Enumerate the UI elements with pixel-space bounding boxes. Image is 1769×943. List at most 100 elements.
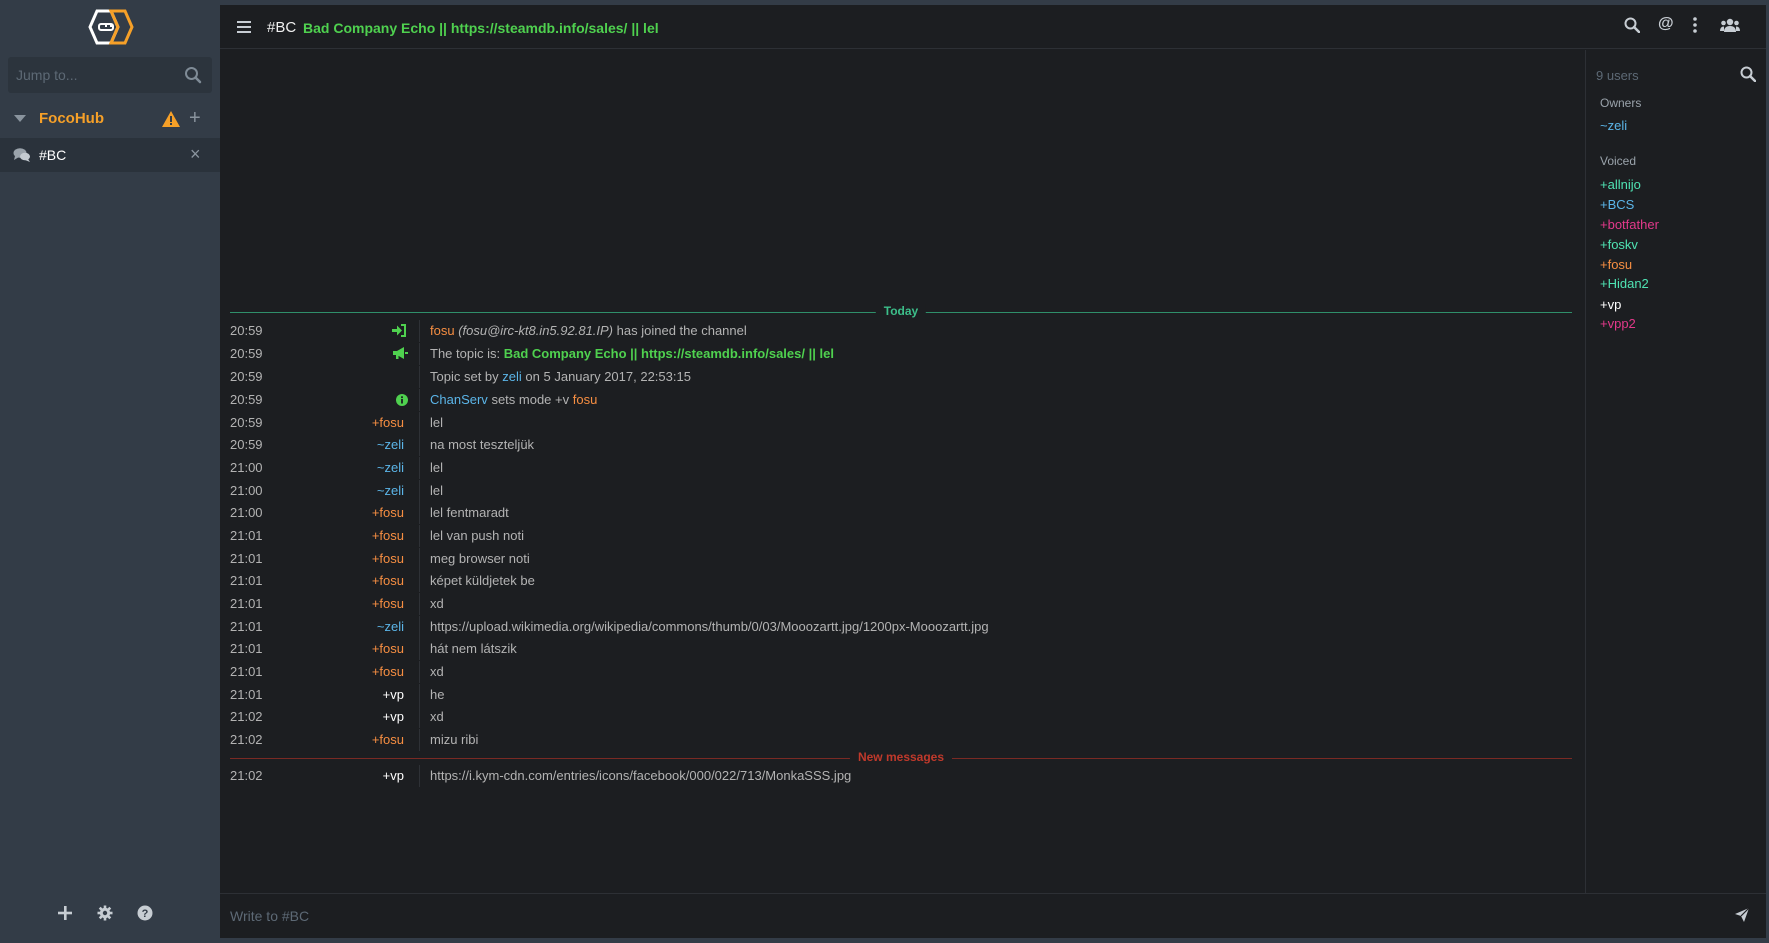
message-input[interactable]	[230, 902, 1710, 930]
message-row: 21:02 +vp https://i.kym-cdn.com/entries/…	[220, 765, 1584, 787]
sidebar-item-channel[interactable]: #BC ×	[0, 138, 220, 172]
user-item[interactable]: +Hidan2	[1600, 276, 1649, 291]
message-content: ChanServ sets mode +v fosu	[430, 392, 597, 407]
message-text: has joined the channel	[616, 323, 747, 338]
plus-icon[interactable]	[57, 905, 73, 924]
message-text: The topic is:	[430, 346, 501, 361]
message-text: hát nem látszik	[430, 641, 517, 656]
message-row: 21:01 ~zeli https://upload.wikimedia.org…	[220, 616, 1584, 638]
message-row: 20:59 The topic is: Bad Company Echo || …	[220, 343, 1584, 365]
message-time: 21:01	[230, 687, 263, 702]
join-icon	[392, 324, 407, 340]
message-nick[interactable]: +fosu	[372, 415, 404, 430]
message-text: na most teszteljük	[430, 437, 535, 452]
message-nick[interactable]: zeli	[502, 369, 522, 384]
users-icon[interactable]	[1720, 17, 1740, 36]
user-item[interactable]: ~zeli	[1600, 118, 1627, 133]
message-text: lel	[430, 460, 444, 475]
message-nick[interactable]: +vp	[383, 768, 404, 783]
message-nick[interactable]: +fosu	[372, 573, 404, 588]
user-item[interactable]: +allnijo	[1600, 177, 1641, 192]
message-text: xd	[430, 596, 444, 611]
chevron-down-icon[interactable]	[14, 115, 26, 122]
message-time: 21:01	[230, 596, 263, 611]
svg-text:?: ?	[142, 908, 149, 920]
message-content: Topic set by zeli on 5 January 2017, 22:…	[430, 369, 691, 384]
message-row: 21:00 ~zeli lel	[220, 457, 1584, 479]
message-text: sets mode +v	[491, 392, 570, 407]
message-link[interactable]: https://upload.wikimedia.org/wikipedia/c…	[430, 619, 989, 634]
warning-icon[interactable]	[161, 110, 181, 131]
channel-title: #BC	[267, 19, 297, 36]
message-row: 20:59 ChanServ sets mode +v fosu	[220, 389, 1584, 411]
message-link[interactable]: https://i.kym-cdn.com/entries/icons/face…	[430, 768, 851, 783]
more-icon[interactable]	[1692, 17, 1698, 36]
add-channel-icon[interactable]: +	[189, 108, 201, 128]
network-item-focohub[interactable]: FocoHub +	[0, 106, 220, 132]
message-nick[interactable]: +vp	[383, 687, 404, 702]
search-icon[interactable]	[1624, 17, 1641, 36]
mention-icon[interactable]: @	[1658, 15, 1674, 33]
message-nick[interactable]: +fosu	[372, 505, 404, 520]
message-nick[interactable]: fosu	[573, 392, 598, 407]
message-time: 21:02	[230, 732, 263, 747]
user-item[interactable]: +vpp2	[1600, 316, 1636, 331]
message-nick[interactable]: +fosu	[372, 664, 404, 679]
message-nick[interactable]: +fosu	[372, 596, 404, 611]
message-nick[interactable]: ChanServ	[430, 392, 488, 407]
user-item[interactable]: +foskv	[1600, 237, 1638, 252]
message-nick[interactable]: +fosu	[372, 732, 404, 747]
message-row: 21:00 ~zeli lel	[220, 480, 1584, 502]
message-nick[interactable]: fosu	[430, 323, 455, 338]
user-item[interactable]: +BCS	[1600, 197, 1634, 212]
send-icon[interactable]	[1734, 907, 1750, 926]
message-row: 21:01 +fosu hát nem látszik	[220, 638, 1584, 660]
message-time: 21:00	[230, 483, 263, 498]
message-nick[interactable]: +fosu	[372, 551, 404, 566]
message-row: 21:02 +fosu mizu ribi	[220, 729, 1584, 751]
search-icon[interactable]	[1740, 66, 1757, 85]
info-icon	[396, 393, 408, 409]
user-search-input[interactable]	[1596, 60, 1726, 90]
new-messages-label: New messages	[849, 750, 953, 764]
message-text: xd	[430, 664, 444, 679]
message-host: (fosu@irc-kt8.in5.92.81.IP)	[458, 323, 614, 338]
message-time: 20:59	[230, 323, 263, 338]
help-icon[interactable]: ?	[137, 905, 153, 924]
message-nick[interactable]: ~zeli	[377, 437, 404, 452]
message-row: 21:01 +fosu képet küldjetek be	[220, 570, 1584, 592]
jump-to-input[interactable]	[8, 57, 178, 93]
search-icon[interactable]	[184, 66, 202, 87]
sidebar: FocoHub + #BC × ?	[0, 0, 220, 943]
menu-icon[interactable]	[237, 20, 251, 36]
message-time: 20:59	[230, 415, 263, 430]
voiced-title: Voiced	[1600, 154, 1637, 168]
user-item[interactable]: +botfather	[1600, 217, 1659, 232]
topic-text: Bad Company Echo || https://steamdb.info…	[503, 346, 834, 361]
message-nick[interactable]: ~zeli	[377, 483, 404, 498]
message-row: 21:02 +vp xd	[220, 706, 1584, 728]
channel-topic: Bad Company Echo || https://steamdb.info…	[303, 20, 659, 36]
message-time: 21:00	[230, 460, 263, 475]
owners-title: Owners	[1600, 96, 1642, 110]
message-row: 21:01 +fosu xd	[220, 661, 1584, 683]
jump-to-search[interactable]	[8, 57, 212, 93]
message-row: 21:01 +vp he	[220, 684, 1584, 706]
date-divider-label: Today	[875, 304, 927, 318]
user-item[interactable]: +vp	[1600, 297, 1621, 312]
message-nick[interactable]: +vp	[383, 709, 404, 724]
chat-icon	[13, 147, 31, 166]
message-nick[interactable]: ~zeli	[377, 619, 404, 634]
user-search[interactable]	[1596, 60, 1757, 90]
user-list: Owners ~zeli Voiced +allnijo +BCS +botfa…	[1585, 50, 1766, 893]
message-nick[interactable]: ~zeli	[377, 460, 404, 475]
user-item[interactable]: +fosu	[1600, 257, 1632, 272]
message-nick[interactable]: +fosu	[372, 641, 404, 656]
message-text: lel	[430, 415, 444, 430]
chat-panel: #BC Bad Company Echo || https://steamdb.…	[220, 5, 1766, 938]
settings-icon[interactable]	[97, 905, 113, 924]
message-time: 21:02	[230, 709, 263, 724]
message-nick[interactable]: +fosu	[372, 528, 404, 543]
message-time: 21:01	[230, 664, 263, 679]
close-icon[interactable]: ×	[190, 144, 201, 165]
